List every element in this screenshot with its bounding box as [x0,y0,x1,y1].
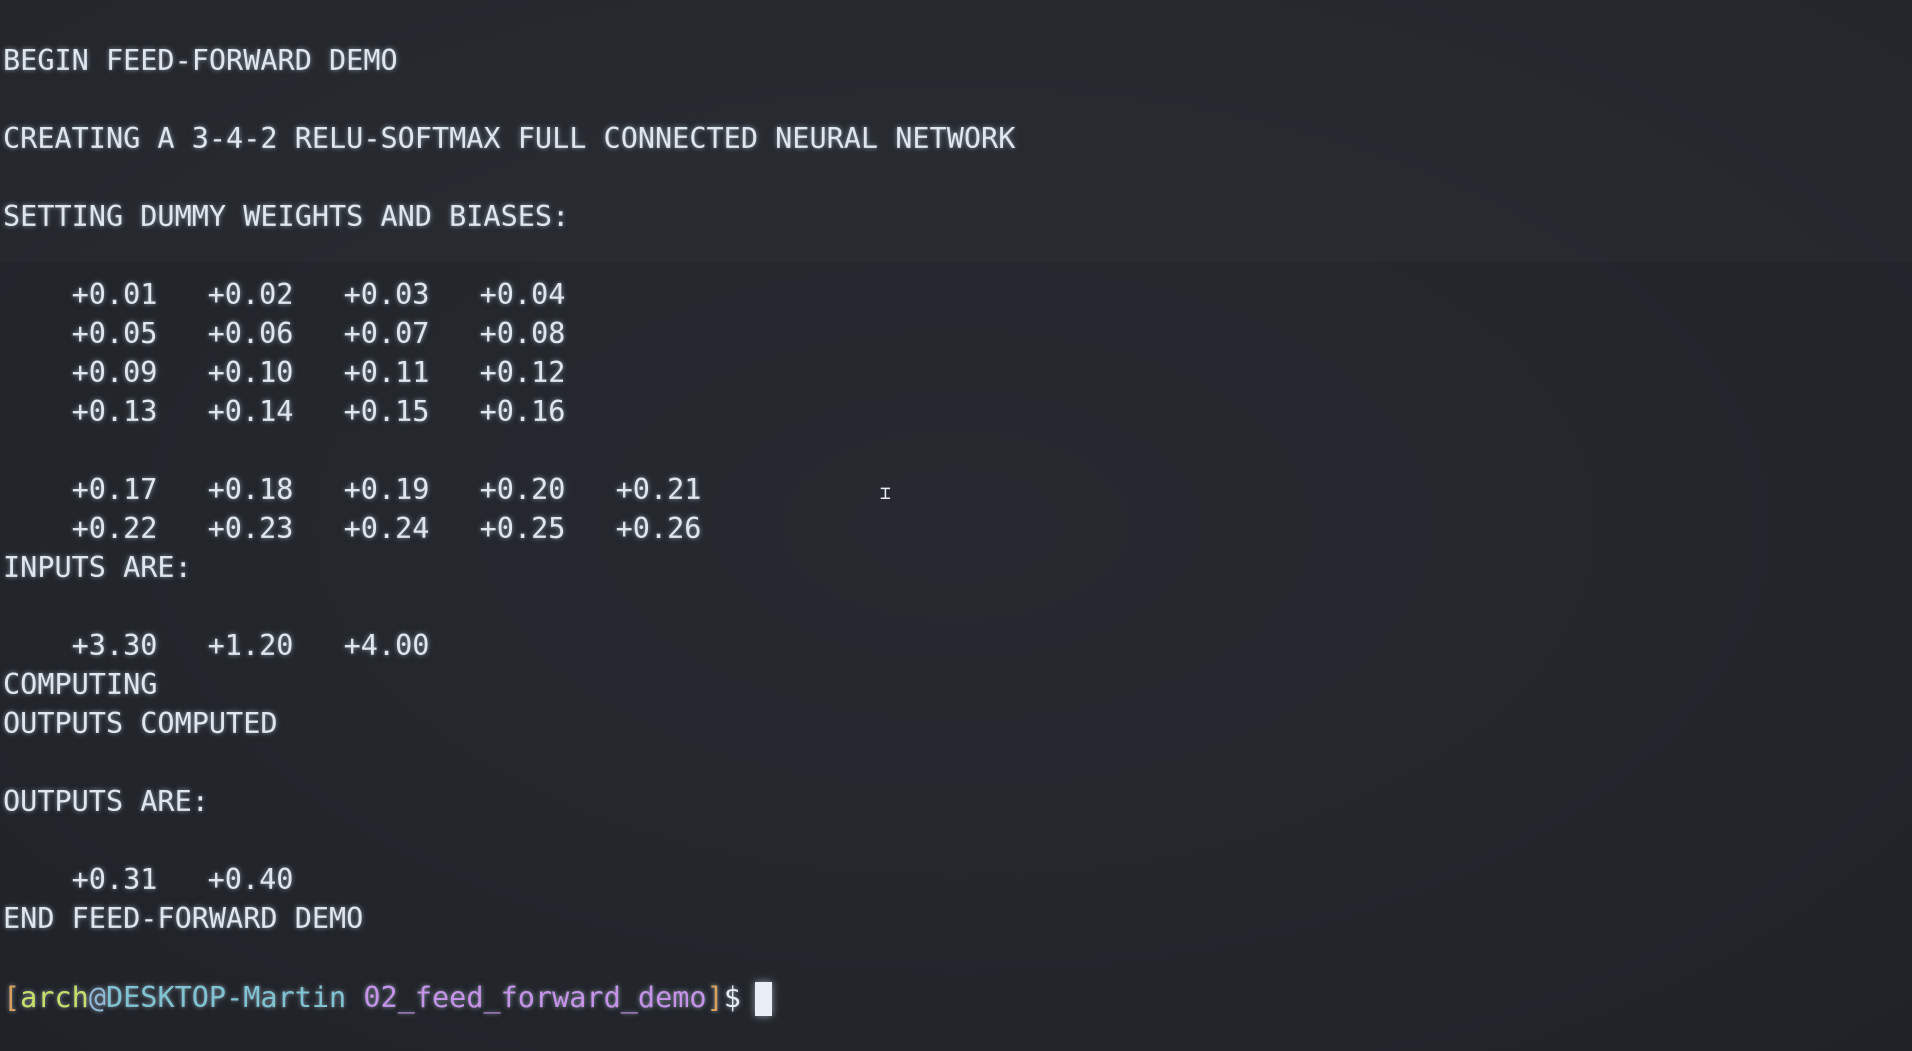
weight-value: +0.23 [207,512,294,545]
output-line-creating: CREATING A 3-4-2 RELU-SOFTMAX FULL CONNE… [3,122,1016,155]
i-beam-cursor-icon: ⌶ [880,483,891,504]
output-line-setting: SETTING DUMMY WEIGHTS AND BIASES: [3,200,570,233]
prompt-close-bracket: ] [706,981,724,1014]
weight-value: +0.22 [71,512,158,545]
input-value: +4.00 [343,629,430,662]
weights-row: +0.09 +0.10 +0.11 +0.12 [3,314,616,389]
weights-row: +0.01 +0.02 +0.03 +0.04 [3,236,616,311]
prompt-host: DESKTOP-Martin [105,981,347,1014]
weight-value: +0.16 [479,395,566,428]
outputs-row: +0.31 +0.40 [3,821,344,896]
output-line-inputs-header: INPUTS ARE: [3,551,192,584]
weight-value: +0.26 [615,512,702,545]
output-line-outputs-computed: OUTPUTS COMPUTED [3,707,278,740]
inputs-row: +3.30 +1.20 +4.00 [3,587,480,662]
output-line-computing: COMPUTING [3,668,158,701]
output-line-end: END FEED-FORWARD DEMO [3,902,364,935]
output-line-begin: BEGIN FEED-FORWARD DEMO [3,44,398,77]
output-value: +0.31 [71,863,158,896]
prompt-directory: 02_feed_forward_demo [363,981,707,1014]
output-line-outputs-header: OUTPUTS ARE: [3,785,209,818]
input-value: +3.30 [71,629,158,662]
input-value: +1.20 [207,629,294,662]
weights-row: +0.17 +0.18 +0.19 +0.20 +0.21 [3,431,752,506]
prompt-user: arch [20,981,89,1014]
weight-value: +0.24 [343,512,430,545]
output-value: +0.40 [207,863,294,896]
weights-row: +0.05 +0.06 +0.07 +0.08 [3,275,616,350]
weight-value: +0.14 [207,395,294,428]
prompt-at: @ [88,981,106,1014]
weight-value: +0.13 [71,395,158,428]
weights-row: +0.22 +0.23 +0.24 +0.25 +0.26 [3,470,752,545]
weight-value: +0.15 [343,395,430,428]
prompt-open-bracket: [ [3,981,21,1014]
text-cursor-block[interactable] [754,982,772,1016]
weights-row: +0.13 +0.14 +0.15 +0.16 [3,353,616,428]
weight-value: +0.25 [479,512,566,545]
shell-prompt[interactable]: [arch@DESKTOP-Martin 02_feed_forward_dem… [3,977,772,1019]
terminal-window[interactable]: BEGIN FEED-FORWARD DEMO CREATING A 3-4-2… [0,0,1912,1051]
prompt-dollar: $ [723,981,741,1014]
